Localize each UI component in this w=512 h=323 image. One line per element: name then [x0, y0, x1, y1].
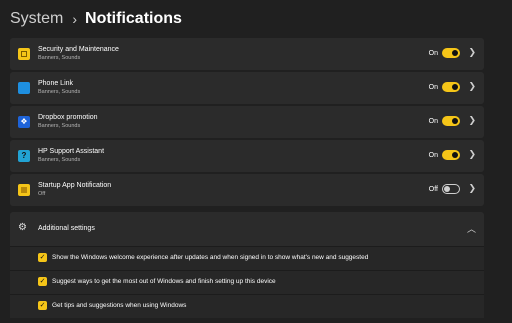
additional-settings-title: Additional settings [38, 225, 95, 232]
toggle-knob [444, 186, 450, 192]
additional-settings-list: ✓ Show the Windows welcome experience af… [10, 246, 484, 318]
checkbox-label[interactable]: Get tips and suggestions when using Wind… [52, 302, 186, 309]
toggle-state-label: On [428, 84, 438, 91]
toggle-knob [452, 118, 458, 124]
additional-settings-header[interactable]: ⚙ Additional settings ︿ [10, 212, 484, 246]
toggle-state-label: On [428, 118, 438, 125]
app-subtitle: Banners, Sounds [38, 157, 81, 163]
checkbox-label[interactable]: Show the Windows welcome experience afte… [52, 254, 368, 261]
app-subtitle: Off [38, 191, 46, 197]
checkbox-label[interactable]: Suggest ways to get the most out of Wind… [52, 278, 276, 285]
breadcrumb-system[interactable]: System [10, 10, 63, 28]
dropbox-icon: ❖ [18, 116, 30, 128]
app-subtitle: Banners, Sounds [38, 55, 81, 61]
additional-setting-row: ✓ Suggest ways to get the most out of Wi… [10, 270, 484, 294]
page-title: Notifications [85, 10, 182, 27]
app-title: Phone Link [38, 80, 74, 87]
additional-setting-row: ✓ Get tips and suggestions when using Wi… [10, 294, 484, 318]
toggle-state-label: On [428, 50, 438, 57]
chevron-right-icon[interactable]: ❯ [468, 47, 476, 58]
chevron-right-icon[interactable]: ❯ [468, 149, 476, 160]
checkbox[interactable]: ✓ [38, 253, 47, 262]
breadcrumb-separator: › [72, 11, 78, 27]
app-subtitle: Banners, Sounds [38, 123, 81, 129]
app-row-hp-support-assistant[interactable]: ? HP Support Assistant Banners, Sounds O… [10, 140, 484, 172]
chevron-right-icon[interactable]: ❯ [468, 183, 476, 194]
notification-toggle[interactable] [442, 184, 460, 194]
chevron-up-icon[interactable]: ︿ [467, 222, 476, 235]
breadcrumb: System › Notifications [10, 8, 182, 30]
app-title: HP Support Assistant [38, 148, 105, 155]
notification-toggle[interactable] [442, 116, 460, 126]
chevron-right-icon[interactable]: ❯ [468, 115, 476, 126]
phone-link-icon [18, 82, 30, 94]
app-subtitle: Banners, Sounds [38, 89, 81, 95]
toggle-state-label: Off [428, 186, 438, 193]
app-notification-list: Security and Maintenance Banners, Sounds… [10, 38, 484, 208]
checkbox[interactable]: ✓ [38, 301, 47, 310]
app-title: Dropbox promotion [38, 114, 98, 121]
app-row-security-maintenance[interactable]: Security and Maintenance Banners, Sounds… [10, 38, 484, 70]
additional-setting-row: ✓ Show the Windows welcome experience af… [10, 246, 484, 270]
notification-toggle[interactable] [442, 82, 460, 92]
toggle-knob [452, 50, 458, 56]
app-row-dropbox-promotion[interactable]: ❖ Dropbox promotion Banners, Sounds On ❯ [10, 106, 484, 138]
notification-toggle[interactable] [442, 48, 460, 58]
gear-icon: ⚙ [18, 222, 27, 233]
security-maintenance-icon [18, 48, 30, 60]
toggle-knob [452, 84, 458, 90]
app-title: Startup App Notification [38, 182, 112, 189]
app-row-phone-link[interactable]: Phone Link Banners, Sounds On ❯ [10, 72, 484, 104]
startup-app-icon [18, 184, 30, 196]
hp-support-icon: ? [18, 150, 30, 162]
chevron-right-icon[interactable]: ❯ [468, 81, 476, 92]
app-title: Security and Maintenance [38, 46, 119, 53]
toggle-state-label: On [428, 152, 438, 159]
app-row-startup-app-notification[interactable]: Startup App Notification Off Off ❯ [10, 174, 484, 206]
toggle-knob [452, 152, 458, 158]
checkbox[interactable]: ✓ [38, 277, 47, 286]
notification-toggle[interactable] [442, 150, 460, 160]
